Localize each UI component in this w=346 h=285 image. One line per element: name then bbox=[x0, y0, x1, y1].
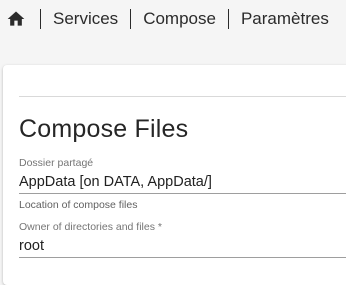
shared-folder-underline bbox=[19, 193, 346, 194]
breadcrumb-parametres[interactable]: Paramètres bbox=[229, 0, 341, 38]
owner-label: Owner of directories and files * bbox=[19, 221, 162, 233]
owner-input[interactable]: root bbox=[19, 238, 346, 254]
home-icon bbox=[6, 9, 26, 29]
section-title: Compose Files bbox=[19, 115, 189, 143]
shared-folder-label: Dossier partagé bbox=[19, 157, 94, 169]
breadcrumb-compose[interactable]: Compose bbox=[131, 0, 228, 38]
breadcrumb-services[interactable]: Services bbox=[41, 0, 130, 38]
breadcrumb: Services Compose Paramètres bbox=[0, 0, 346, 38]
card-divider bbox=[19, 96, 346, 97]
shared-folder-hint: Location of compose files bbox=[19, 199, 138, 211]
settings-card: Compose Files Dossier partagé AppData [o… bbox=[3, 65, 346, 285]
owner-underline bbox=[19, 257, 346, 258]
shared-folder-select[interactable]: AppData [on DATA, AppData/] bbox=[19, 174, 346, 190]
home-button[interactable] bbox=[1, 0, 31, 38]
shared-folder-field[interactable]: Dossier partagé AppData [on DATA, AppDat… bbox=[19, 157, 346, 211]
owner-field[interactable]: Owner of directories and files * root bbox=[19, 221, 346, 258]
